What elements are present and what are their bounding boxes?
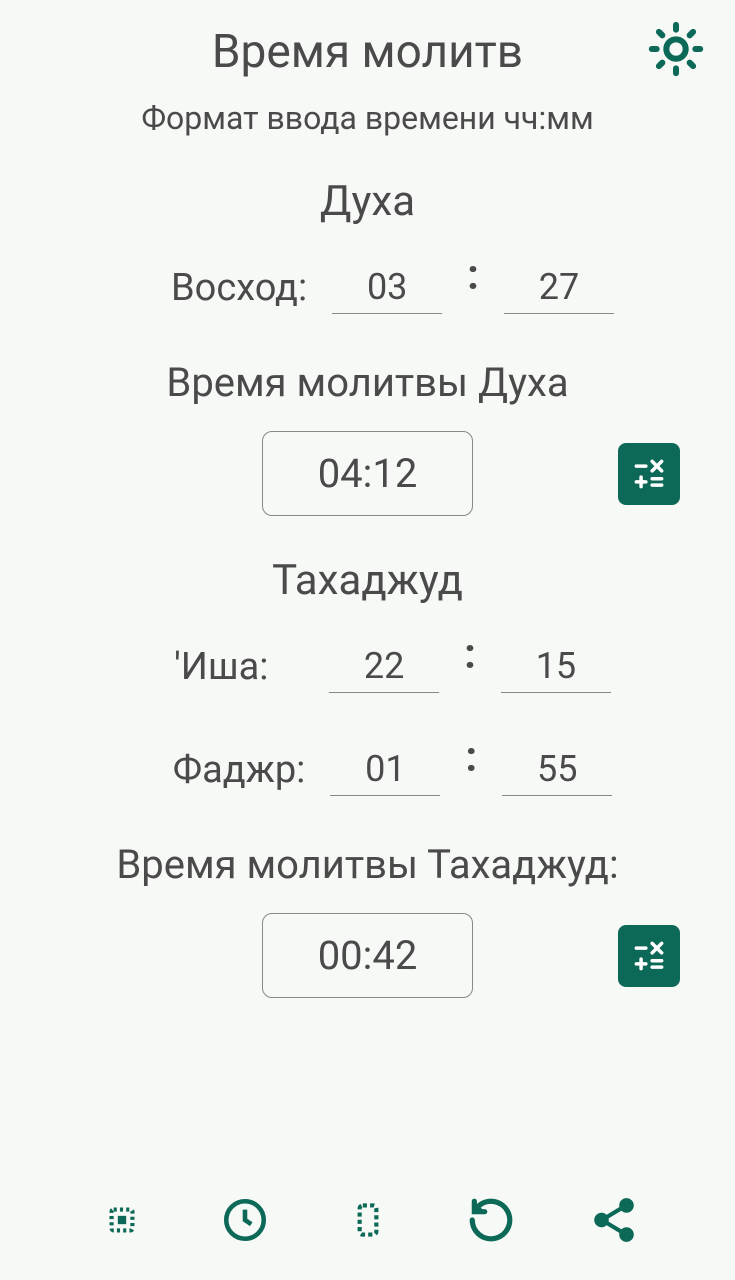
fajr-hours-input[interactable] bbox=[330, 743, 440, 796]
sunrise-minutes-input[interactable] bbox=[504, 261, 614, 314]
isha-minutes-input[interactable] bbox=[501, 640, 611, 693]
calculator-icon bbox=[630, 937, 668, 975]
nav-clock-icon[interactable] bbox=[215, 1190, 275, 1250]
page-title: Время молитв bbox=[212, 25, 523, 79]
nav-refresh-icon[interactable] bbox=[461, 1190, 521, 1250]
tahajjud-result-time: 00:42 bbox=[262, 913, 474, 998]
tahajjud-calculate-button[interactable] bbox=[618, 925, 680, 987]
duha-section-title: Духа bbox=[0, 177, 735, 226]
isha-label: 'Иша: bbox=[124, 645, 304, 689]
colon-separator: : bbox=[464, 630, 476, 679]
nav-chip-icon[interactable] bbox=[92, 1190, 152, 1250]
sunrise-label: Восход: bbox=[121, 266, 307, 310]
isha-hours-input[interactable] bbox=[329, 640, 439, 693]
duha-result-label: Время молитвы Духа bbox=[0, 359, 735, 406]
sunrise-hours-input[interactable] bbox=[332, 261, 442, 314]
colon-separator: : bbox=[467, 251, 479, 300]
duha-calculate-button[interactable] bbox=[618, 443, 680, 505]
fajr-minutes-input[interactable] bbox=[502, 743, 612, 796]
fajr-label: Фаджр: bbox=[123, 748, 306, 792]
sun-icon[interactable] bbox=[647, 20, 705, 82]
calculator-icon bbox=[630, 455, 668, 493]
tahajjud-section-title: Тахаджуд bbox=[0, 556, 735, 605]
tahajjud-result-label: Время молитвы Тахаджуд: bbox=[0, 841, 735, 888]
format-hint: Формат ввода времени чч:мм bbox=[0, 99, 735, 137]
colon-separator: : bbox=[465, 733, 477, 782]
nav-share-icon[interactable] bbox=[584, 1190, 644, 1250]
duha-result-time: 04:12 bbox=[262, 431, 474, 516]
nav-vibrate-icon[interactable] bbox=[338, 1190, 398, 1250]
